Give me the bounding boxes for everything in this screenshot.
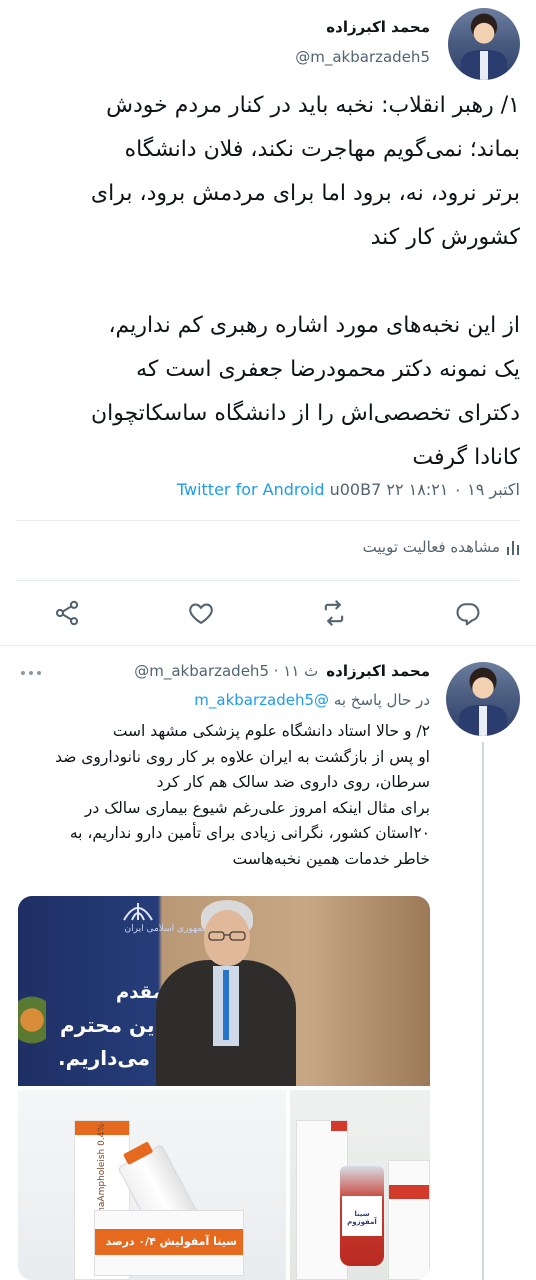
tweet-line: کشورش کار کند xyxy=(370,225,520,250)
box-red-corner xyxy=(331,1121,347,1131)
product-box-horizontal: سینا آمفولیش ۰/۴ درصد xyxy=(94,1210,244,1276)
view-activity-link[interactable]: مشاهده فعالیت توییت xyxy=(363,538,520,556)
reply-body: ۲/ و حالا استاد دانشگاه علوم پزشکی مشهد … xyxy=(14,719,430,872)
replying-to: در حال پاسخ به @m_akbarzadeh5 xyxy=(194,691,430,709)
reply-line: او پس از بازگشت به ایران علاوه بر کار رو… xyxy=(55,747,430,766)
reply-line: خاطر خدمات همین نخبه‌هاست xyxy=(232,849,430,868)
medicine-vial: سینا آمفوزوم xyxy=(340,1166,384,1266)
media-grid[interactable]: جمهوری اسلامی ایران مقدم ین محترم ی می‌د… xyxy=(18,896,430,1280)
plant-decoration xyxy=(18,996,46,1056)
product-label: سینا آمفولیش ۰/۴ درصد xyxy=(105,1235,237,1248)
tweet-line: بماند؛ نمی‌گویم مهاجرت نکند، فلان دانشگا… xyxy=(124,137,520,162)
reply-handle-time[interactable]: @m_akbarzadeh5 · ۱۱ ث xyxy=(134,662,318,680)
main-tweet: محمد اکبرزاده @m_akbarzadeh5 ۱/ رهبر انق… xyxy=(0,0,536,645)
iran-emblem-icon xyxy=(118,900,158,922)
source-link[interactable]: Twitter for Android xyxy=(177,480,325,499)
more-dots-icon[interactable] xyxy=(20,660,42,681)
display-name[interactable]: محمد اکبرزاده xyxy=(230,18,430,36)
reply-avatar[interactable] xyxy=(446,662,520,736)
retweet-icon[interactable] xyxy=(320,599,348,627)
vial-label-text: سینا آمفوزوم xyxy=(347,1210,377,1226)
divider xyxy=(16,580,520,581)
media-photo-product-vial[interactable]: سینا آمفوزوم xyxy=(290,1090,430,1280)
tweet-line: از این نخبه‌های مورد اشاره رهبری کم ندار… xyxy=(108,313,520,338)
tweet-line: کانادا گرفت xyxy=(412,445,520,470)
reply-line: سرطان، روی داروی ضد سالک هم کار کرد xyxy=(156,773,430,791)
banner-line: ین محترم xyxy=(60,1013,155,1037)
avatar-shirt xyxy=(479,51,489,80)
heart-icon[interactable] xyxy=(187,599,215,627)
avatar[interactable] xyxy=(448,8,520,80)
avatar-shirt xyxy=(478,706,488,736)
divider xyxy=(16,520,520,521)
share-icon[interactable] xyxy=(53,599,81,627)
reply-display-name[interactable]: محمد اکبرزاده xyxy=(326,662,430,680)
media-photo-product-cream[interactable]: SinaAmpholeish 0.4% سینا آمفولیش ۰/۴ درص… xyxy=(18,1090,286,1280)
media-photo-portrait[interactable]: جمهوری اسلامی ایران مقدم ین محترم ی می‌د… xyxy=(18,896,430,1086)
vial-box-right xyxy=(388,1160,430,1280)
user-handle[interactable]: @m_akbarzadeh5 xyxy=(295,48,430,66)
lanyard xyxy=(223,970,229,1040)
tweet-line: برتر نرود، نه، برود اما برای مردمش برود،… xyxy=(90,181,520,206)
box-vertical-text: SinaAmpholeish 0.4% xyxy=(97,1123,107,1221)
glasses-icon xyxy=(208,926,246,941)
tweet-meta: Twitter for Android u00B7 ۲۲ اکتبر ۱۹ ۰ … xyxy=(177,480,520,499)
replying-to-handle[interactable]: @m_akbarzadeh5 xyxy=(194,691,329,709)
replying-to-label: در حال پاسخ به xyxy=(333,691,430,709)
thread-line xyxy=(482,742,484,1280)
tweet-body: ۱/ رهبر انقلاب: نخبه باید در کنار مردم خ… xyxy=(14,84,520,480)
reply-line: ۲۰استان کشور، نگرانی زیادی برای تأمین دا… xyxy=(69,824,430,842)
bar-chart-icon xyxy=(506,539,520,555)
reply-icon[interactable] xyxy=(454,599,482,627)
reply-line: ۲/ و حالا استاد دانشگاه علوم پزشکی مشهد … xyxy=(112,722,430,740)
tweet-line: یک نمونه دکتر محمودرضا جعفری است که xyxy=(136,357,520,382)
reply-header: محمد اکبرزاده @m_akbarzadeh5 · ۱۱ ث xyxy=(134,662,430,680)
reply-tweet: محمد اکبرزاده @m_akbarzadeh5 · ۱۱ ث در ح… xyxy=(0,646,536,1280)
timestamp[interactable]: u00B7 ۲۲ اکتبر ۱۹ ۰ ۱۸:۲۱ xyxy=(330,480,520,499)
vial-label: سینا آمفوزوم xyxy=(342,1196,382,1236)
reply-line: برای مثال اینکه امروز علی‌رغم شیوع بیمار… xyxy=(84,798,430,817)
box-red-stripe xyxy=(389,1185,429,1199)
activity-label: مشاهده فعالیت توییت xyxy=(362,538,500,556)
emblem-caption: جمهوری اسلامی ایران xyxy=(124,924,209,934)
tweet-line: ۱/ رهبر انقلاب: نخبه باید در کنار مردم خ… xyxy=(106,93,520,118)
tweet-line: دکترای تخصصی‌اش را از دانشگاه ساسکاتچوان xyxy=(90,401,520,426)
